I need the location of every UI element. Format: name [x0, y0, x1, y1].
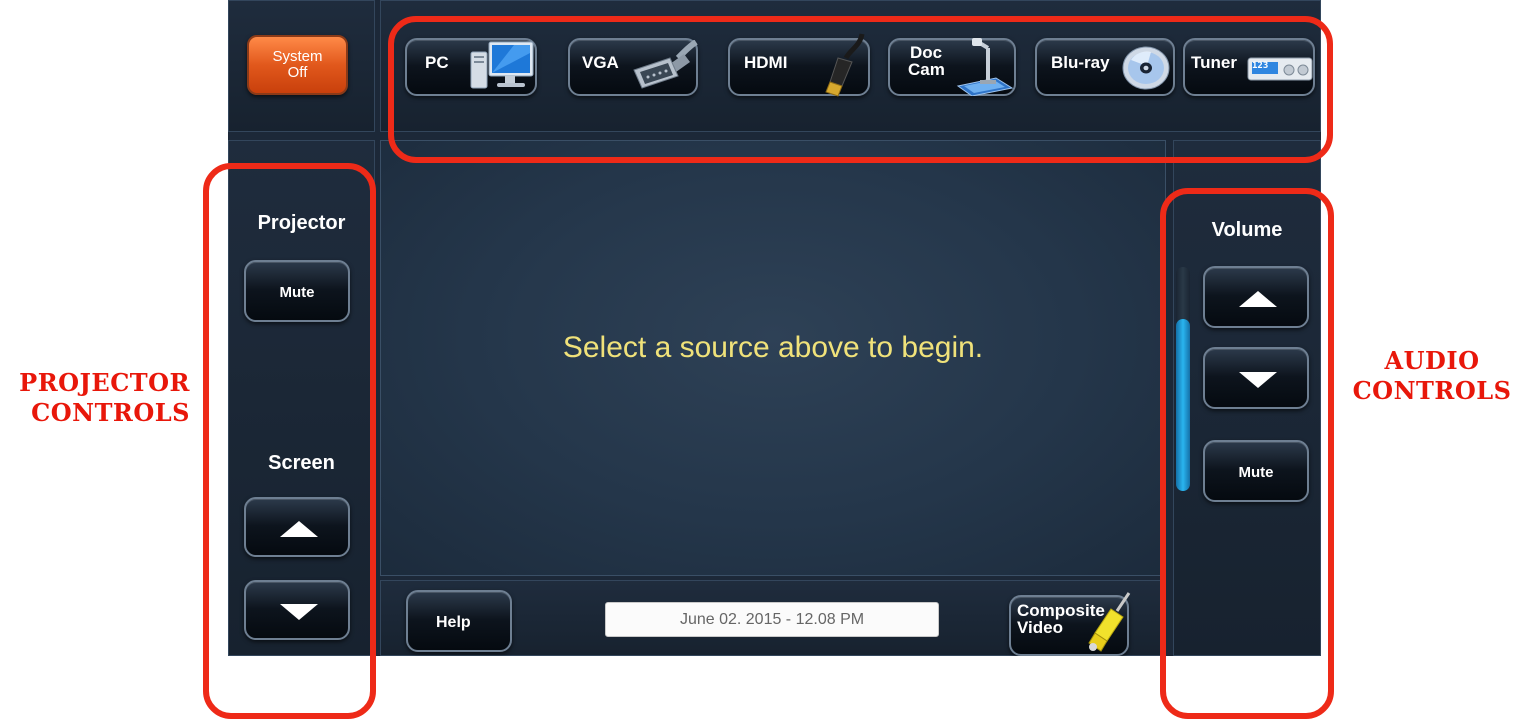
projector-annotation-line1: PROJECTOR	[19, 368, 190, 397]
audio-annotation-line2: CONTROLS	[1352, 376, 1512, 405]
date-time-display: June 02. 2015 - 12.08 PM	[605, 602, 939, 637]
source-annotation-partial	[640, 0, 1000, 2]
help-label: Help	[436, 614, 471, 631]
projector-controls-annotation: PROJECTOR CONTROLS	[0, 368, 190, 428]
system-off-button[interactable]: System Off	[247, 35, 348, 95]
composite-label-line2: Video	[1017, 618, 1063, 637]
source-callout-outline	[388, 16, 1333, 163]
rca-cable-icon	[1088, 592, 1131, 652]
system-off-label-line1: System	[272, 48, 323, 65]
projector-annotation-line2: CONTROLS	[31, 398, 190, 427]
system-off-label-line2: Off	[287, 64, 308, 81]
audio-annotation-line1: AUDIO	[1384, 346, 1480, 375]
help-button[interactable]: Help	[406, 590, 512, 652]
composite-video-button[interactable]: Composite Video	[1009, 592, 1131, 656]
main-display-area: Select a source above to begin.	[380, 140, 1166, 576]
audio-controls-annotation: AUDIO CONTROLS	[1336, 346, 1528, 406]
audio-callout-outline	[1160, 188, 1334, 719]
projector-callout-outline	[203, 163, 376, 719]
select-source-prompt: Select a source above to begin.	[562, 331, 984, 364]
